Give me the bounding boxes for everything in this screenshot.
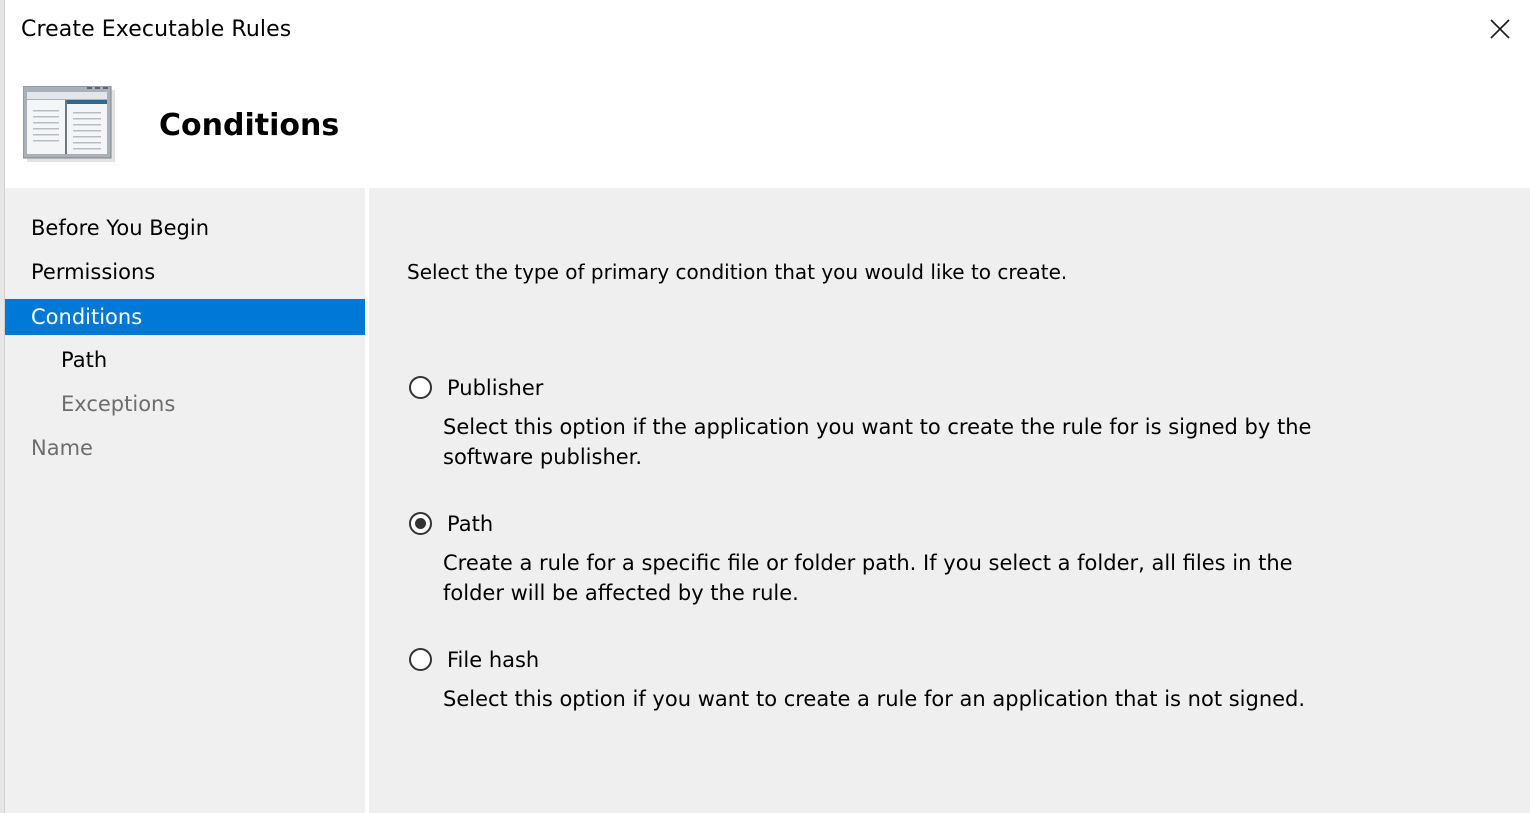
publisher-description-line1: Select this option if the application yo… <box>443 415 1312 439</box>
window-title: Create Executable Rules <box>21 17 292 42</box>
file-hash-radio-row[interactable]: File hash <box>407 646 1407 676</box>
wizard-steps-sidebar: Before You Begin Permissions Conditions … <box>5 188 365 813</box>
create-executable-rules-dialog: Create Executable Rules Conditions Befor… <box>5 0 1530 813</box>
page-title: Conditions <box>159 108 340 143</box>
close-icon <box>1490 19 1510 39</box>
publisher-radio[interactable] <box>409 376 432 399</box>
path-description-line2: folder will be affected by the rule. <box>443 581 799 605</box>
path-description-line1: Create a rule for a specific file or fol… <box>443 551 1293 575</box>
file-hash-description-line1: Select this option if you want to create… <box>443 687 1306 711</box>
title-bar: Create Executable Rules <box>5 0 1530 60</box>
sidebar-item-exceptions: Exceptions <box>61 392 176 416</box>
path-radio[interactable] <box>409 512 432 535</box>
condition-prompt: Select the type of primary condition tha… <box>407 260 1068 284</box>
option-file-hash: File hash Select this option if you want… <box>407 646 1407 711</box>
file-hash-radio-label[interactable]: File hash <box>447 646 539 674</box>
conditions-panel: Select the type of primary condition tha… <box>369 188 1530 813</box>
option-path: Path Create a rule for a specific file o… <box>407 510 1407 605</box>
file-hash-description: Select this option if you want to create… <box>443 684 1343 714</box>
publisher-description-line2: software publisher. <box>443 445 643 469</box>
option-publisher: Publisher Select this option if the appl… <box>407 374 1407 469</box>
sidebar-item-permissions[interactable]: Permissions <box>5 254 365 290</box>
close-button[interactable] <box>1480 10 1520 48</box>
publisher-radio-row[interactable]: Publisher <box>407 374 1407 404</box>
publisher-radio-label[interactable]: Publisher <box>447 374 543 402</box>
publisher-description: Select this option if the application yo… <box>443 412 1343 472</box>
sidebar-item-name: Name <box>31 436 93 460</box>
wizard-page-icon <box>22 85 115 166</box>
sidebar-item-path[interactable]: Path <box>5 342 365 378</box>
sidebar-item-conditions[interactable]: Conditions <box>5 299 365 335</box>
file-hash-radio[interactable] <box>409 648 432 671</box>
wizard-header: Conditions <box>5 60 1530 188</box>
path-radio-row[interactable]: Path <box>407 510 1407 540</box>
path-description: Create a rule for a specific file or fol… <box>443 548 1343 608</box>
path-radio-label[interactable]: Path <box>447 510 493 538</box>
sidebar-item-before-you-begin[interactable]: Before You Begin <box>5 210 365 246</box>
